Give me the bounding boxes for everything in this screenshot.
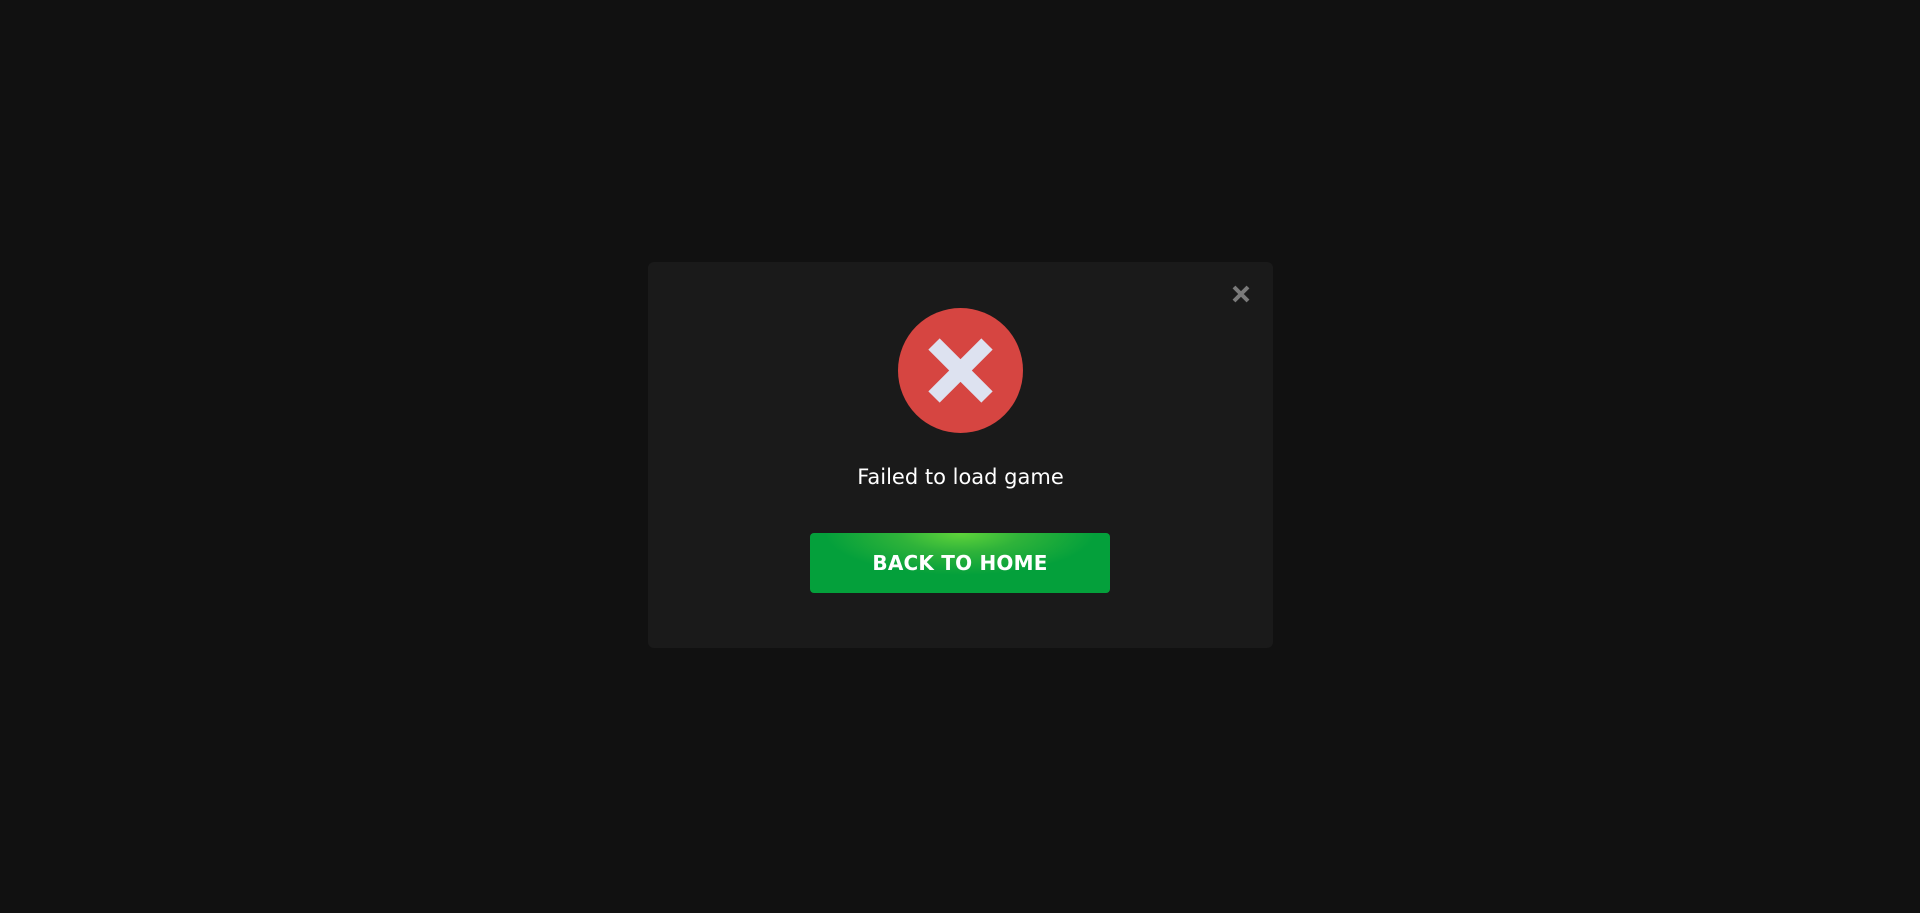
page-overlay: Failed to load game BACK TO HOME bbox=[0, 0, 1920, 913]
back-to-home-button[interactable]: BACK TO HOME bbox=[810, 533, 1110, 593]
error-status-icon bbox=[898, 308, 1023, 433]
error-dialog: Failed to load game BACK TO HOME bbox=[648, 262, 1273, 648]
error-message: Failed to load game bbox=[857, 465, 1064, 489]
error-x-icon bbox=[928, 338, 993, 403]
close-icon bbox=[1232, 285, 1250, 303]
close-button[interactable] bbox=[1229, 282, 1253, 306]
